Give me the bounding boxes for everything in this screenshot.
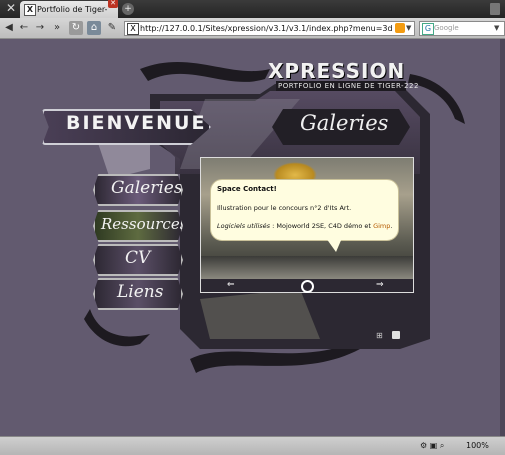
zoom-level[interactable]: 100% xyxy=(466,439,489,452)
tab-favicon-icon: X xyxy=(24,4,36,16)
sitemap-icon[interactable]: ⊞ xyxy=(376,331,383,340)
reload-icon[interactable]: ↻ xyxy=(69,21,83,35)
gimp-link[interactable]: Gimp xyxy=(373,222,390,230)
trash-icon[interactable] xyxy=(490,3,500,15)
popup-software: Logiciels utilisés : Mojoworld 2SE, C4D … xyxy=(217,222,392,230)
url-text[interactable]: http://127.0.0.1/Sites/xpression/v3.1/v3… xyxy=(140,22,393,35)
back-icon[interactable]: ◀ xyxy=(2,21,16,35)
rss-icon[interactable] xyxy=(392,331,400,339)
arrow-left-icon[interactable]: ⇐ xyxy=(227,279,235,292)
popup-title: Space Contact! xyxy=(217,185,277,193)
menu-item-liens[interactable]: Liens xyxy=(93,278,183,310)
magnifier-icon[interactable] xyxy=(301,280,314,293)
menu-item-label: Liens xyxy=(117,282,164,302)
menu-item-label: Ressources xyxy=(101,215,188,233)
edit-icon[interactable]: ✎ xyxy=(105,21,119,35)
swoosh-left-decoration xyxy=(84,309,150,347)
back-arrow-icon[interactable]: ← xyxy=(17,21,31,35)
rss-feed-icon[interactable] xyxy=(395,23,405,33)
status-icons: ⚙ ▣ ⌕ xyxy=(420,439,444,452)
menu-item-label: Galeries xyxy=(111,178,183,198)
viewer-controls: ⇐ ⇒ xyxy=(200,279,414,293)
site-favicon-icon: X xyxy=(127,23,139,35)
tab-bar: ✕ X Portfolio de Tiger-2... ✕ + xyxy=(0,0,505,18)
software-label: Logiciels utilisés xyxy=(217,222,271,230)
close-window-icon[interactable]: ✕ xyxy=(4,1,18,16)
popup-description: Illustration pour le concours n°2 d'Its … xyxy=(217,204,352,212)
software-list: Mojoworld 2SE, C4D démo et xyxy=(276,222,374,230)
section-title: Galeries xyxy=(300,111,389,135)
magnifier-small-icon[interactable]: ⌕ xyxy=(440,441,444,450)
search-engine-icon[interactable]: G xyxy=(422,23,434,35)
software-end: . xyxy=(390,222,393,230)
swoosh-top-decoration xyxy=(140,61,270,82)
forward-icon[interactable]: → xyxy=(33,21,47,35)
chevron-down-icon[interactable]: ▼ xyxy=(406,22,414,35)
menu-item-cv[interactable]: CV xyxy=(93,244,183,276)
menu-item-galeries[interactable]: Galeries xyxy=(93,174,183,206)
chevron-down-icon[interactable]: ▼ xyxy=(494,22,499,35)
menu-item-label: CV xyxy=(125,248,151,268)
fast-forward-icon[interactable]: » xyxy=(50,21,64,35)
browser-tab[interactable]: X Portfolio de Tiger-2... ✕ xyxy=(20,0,118,18)
camera-icon[interactable]: ▣ xyxy=(430,441,438,450)
page-content: XPRESSION PORTFOLIO EN LIGNE DE TIGER-22… xyxy=(0,39,505,436)
navigation-toolbar: ◀ ← → » ↻ ⌂ ✎ X http://127.0.0.1/Sites/x… xyxy=(0,18,505,39)
image-info-popup: Space Contact! Illustration pour le conc… xyxy=(210,179,399,241)
new-tab-button[interactable]: + xyxy=(122,3,134,15)
arrow-right-icon[interactable]: ⇒ xyxy=(376,279,384,292)
tab-title: Portfolio de Tiger-2... xyxy=(37,5,107,14)
image-ground xyxy=(201,256,413,280)
search-box[interactable]: G Google ▼ xyxy=(419,21,505,36)
status-bar: ⚙ ▣ ⌕ 100% xyxy=(0,436,505,455)
main-menu: Galeries Ressources CV Liens xyxy=(93,174,183,314)
address-bar[interactable]: X http://127.0.0.1/Sites/xpression/v3.1/… xyxy=(124,21,415,36)
tab-close-icon[interactable]: ✕ xyxy=(108,0,118,8)
search-input[interactable]: Google xyxy=(434,22,484,35)
site-logo[interactable]: XPRESSION xyxy=(268,59,405,83)
popup-tail xyxy=(326,238,342,252)
home-icon[interactable]: ⌂ xyxy=(87,21,101,35)
welcome-title: BIENVENUE xyxy=(66,112,207,134)
menu-item-ressources[interactable]: Ressources xyxy=(93,210,183,242)
plugin-icon[interactable]: ⚙ xyxy=(420,441,427,450)
site-subtitle: PORTFOLIO EN LIGNE DE TIGER-222 xyxy=(278,82,419,90)
